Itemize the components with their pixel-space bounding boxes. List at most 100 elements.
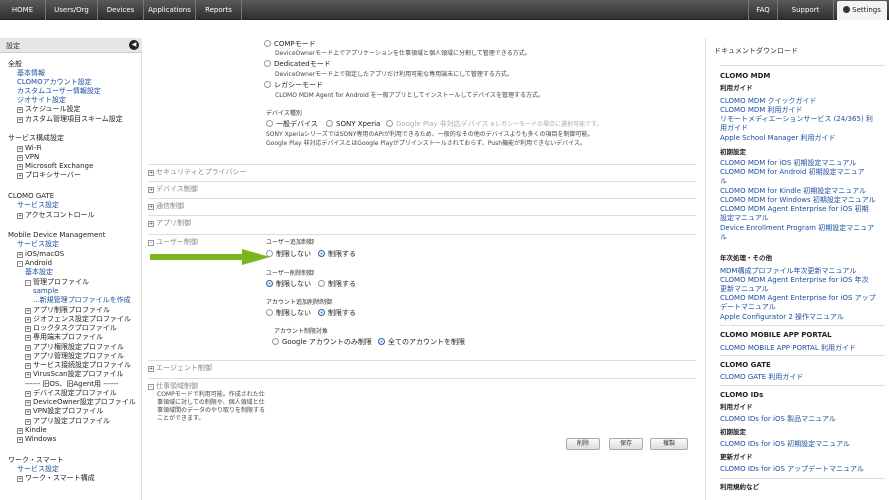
legacy-mode-option[interactable]: レガシーモード — [264, 81, 323, 90]
device-type-general[interactable]: 一般デバイス — [266, 120, 318, 129]
copy-button[interactable]: 複製 — [650, 438, 688, 450]
radio-checked-icon[interactable] — [318, 309, 325, 316]
sidebar-item[interactable]: サービス設定 — [17, 465, 59, 474]
sidebar-item[interactable]: - 管理プロファイル — [25, 278, 89, 287]
radio-icon[interactable] — [264, 40, 271, 47]
section-work-control[interactable]: - 仕事領域制御 — [148, 378, 696, 390]
section-device-control[interactable]: + デバイス制御 — [148, 181, 696, 197]
sidebar-item[interactable]: sample — [33, 287, 58, 296]
account-target-all[interactable]: 全てのアカウントを制限 — [378, 338, 465, 347]
section-communication-control[interactable]: + 通信制御 — [148, 198, 696, 214]
section-app-control[interactable]: + アプリ制御 — [148, 215, 696, 231]
document-link[interactable]: CLOMO MDM クイックガイド — [720, 97, 817, 106]
sidebar-item[interactable]: 基本設定 — [25, 268, 53, 277]
sidebar-item[interactable]: CLOMOアカウント設定 — [17, 78, 92, 87]
minus-icon[interactable]: - — [17, 261, 23, 267]
radio-icon[interactable] — [272, 338, 279, 345]
sidebar-item[interactable]: + アプリ権限設定プロファイル — [25, 343, 124, 352]
plus-icon[interactable]: + — [17, 428, 23, 434]
document-link[interactable]: CLOMO MDM Agent Enterprise for iOS 初期 — [720, 205, 869, 214]
section-security-privacy[interactable]: + セキュリティとプライバシー — [148, 164, 696, 180]
plus-icon[interactable]: + — [17, 213, 23, 219]
radio-checked-icon[interactable] — [266, 280, 273, 287]
user-add-no[interactable]: 制限しない — [266, 250, 311, 259]
user-add-yes[interactable]: 制限する — [318, 250, 356, 259]
plus-icon[interactable]: + — [17, 476, 23, 482]
dedicated-mode-option[interactable]: Dedicatedモード — [264, 60, 331, 69]
document-link[interactable]: CLOMO IDs for iOS 初期設定マニュアル — [720, 440, 850, 449]
nav-devices[interactable]: Devices — [98, 0, 144, 20]
minus-icon[interactable]: - — [25, 280, 31, 286]
nav-reports[interactable]: Reports — [196, 0, 242, 20]
document-link[interactable]: CLOMO MDM Agent Enterprise for iOS 年次 — [720, 276, 869, 285]
document-link[interactable]: CLOMO MOBILE APP PORTAL 利用ガイド — [720, 344, 856, 353]
plus-icon[interactable]: + — [17, 107, 23, 113]
sidebar-item[interactable]: - Android — [17, 259, 52, 268]
plus-icon[interactable]: + — [25, 391, 31, 397]
sidebar-item[interactable]: + ジオフェンス設定プロファイル — [25, 315, 131, 324]
plus-icon[interactable]: + — [17, 437, 23, 443]
document-link[interactable]: ル — [720, 233, 727, 242]
sidebar-item[interactable]: + iOS/macOS — [17, 250, 64, 259]
sidebar-item[interactable]: + 専用端末プロファイル — [25, 333, 103, 342]
nav-support[interactable]: Support — [778, 0, 834, 20]
radio-icon[interactable] — [266, 120, 273, 127]
plus-icon[interactable]: + — [17, 155, 23, 161]
nav-settings[interactable]: Settings — [837, 1, 887, 20]
plus-icon[interactable]: + — [25, 409, 31, 415]
plus-icon[interactable]: + — [25, 345, 31, 351]
document-link[interactable]: CLOMO MDM for Android 初期設定マニュア — [720, 168, 865, 177]
sidebar-item[interactable]: + カスタム管理項目スキーム設定 — [17, 115, 123, 124]
radio-checked-icon[interactable] — [378, 338, 385, 345]
comp-mode-option[interactable]: COMPモード — [264, 40, 316, 49]
sidebar-item[interactable]: + ロックタスクプロファイル — [25, 324, 117, 333]
document-link[interactable]: 用ガイド — [720, 124, 748, 133]
sidebar-item[interactable]: + Windows — [17, 435, 56, 444]
user-delete-no[interactable]: 制限しない — [266, 280, 311, 289]
sidebar-item[interactable]: ------ 旧OS、旧Agent用 ------ — [25, 380, 118, 389]
nav-home[interactable]: HOME — [0, 0, 46, 20]
document-link[interactable]: Apple School Manager 利用ガイド — [720, 134, 836, 143]
sidebar-item[interactable]: + Microsoft Exchange — [17, 162, 93, 171]
sidebar-item[interactable]: + アプリ設定プロファイル — [25, 417, 110, 426]
account-target-google[interactable]: Google アカウントのみ制限 — [272, 338, 372, 347]
plus-icon[interactable]: + — [25, 335, 31, 341]
plus-icon[interactable]: + — [17, 164, 23, 170]
sidebar-item[interactable]: + スケジュール設定 — [17, 105, 81, 114]
sidebar-item[interactable]: + プロキシサーバー — [17, 171, 81, 180]
device-type-nongoogle[interactable]: Google Play 非対応デバイス — [386, 120, 489, 129]
document-link[interactable]: MDM構成プロファイル年次更新マニュアル — [720, 267, 856, 276]
sidebar-item[interactable]: + アプリ管理設定プロファイル — [25, 352, 124, 361]
sidebar-item[interactable]: + アクセスコントロール — [17, 211, 95, 220]
document-link[interactable]: CLOMO MDM for Windows 初期設定マニュアル — [720, 196, 876, 205]
sidebar-item[interactable]: ...新規管理プロファイルを作成 — [33, 296, 131, 305]
document-link[interactable]: デートマニュアル — [720, 303, 776, 312]
account-no[interactable]: 制限しない — [266, 309, 311, 318]
sidebar-item[interactable]: + デバイス設定プロファイル — [25, 389, 117, 398]
sidebar-item[interactable]: + サービス接続設定プロファイル — [25, 361, 131, 370]
nav-users-org[interactable]: Users/Org — [46, 0, 98, 20]
document-link[interactable]: CLOMO MDM Agent Enterprise for iOS アップ — [720, 294, 876, 303]
document-link[interactable]: 更新マニュアル — [720, 285, 769, 294]
document-link[interactable]: Device Enrollment Program 初期設定マニュア — [720, 224, 874, 233]
plus-icon[interactable]: + — [25, 308, 31, 314]
document-link[interactable]: 設定マニュアル — [720, 214, 769, 223]
sidebar-item[interactable]: 基本情報 — [17, 69, 45, 78]
plus-icon[interactable]: + — [25, 317, 31, 323]
sidebar-item[interactable]: サービス設定 — [17, 240, 59, 249]
sidebar-item[interactable]: + DeviceOwner設定プロファイル — [25, 398, 136, 407]
plus-icon[interactable]: + — [25, 372, 31, 378]
nav-faq[interactable]: FAQ — [748, 0, 778, 20]
document-link[interactable]: ル — [720, 177, 727, 186]
plus-icon[interactable]: + — [17, 252, 23, 258]
plus-icon[interactable]: + — [25, 363, 31, 369]
plus-icon[interactable]: + — [25, 419, 31, 425]
sidebar-item[interactable]: + アプリ制限プロファイル — [25, 306, 110, 315]
sidebar-item[interactable]: サービス設定 — [17, 201, 59, 210]
account-yes[interactable]: 制限する — [318, 309, 356, 318]
sidebar-item[interactable]: ジオサイト設定 — [17, 96, 66, 105]
radio-icon[interactable] — [326, 120, 333, 127]
document-link[interactable]: CLOMO GATE 利用ガイド — [720, 373, 803, 382]
document-link[interactable]: リモートメディエーションサービス (24/365) 利 — [720, 115, 873, 124]
plus-icon[interactable]: + — [17, 173, 23, 179]
